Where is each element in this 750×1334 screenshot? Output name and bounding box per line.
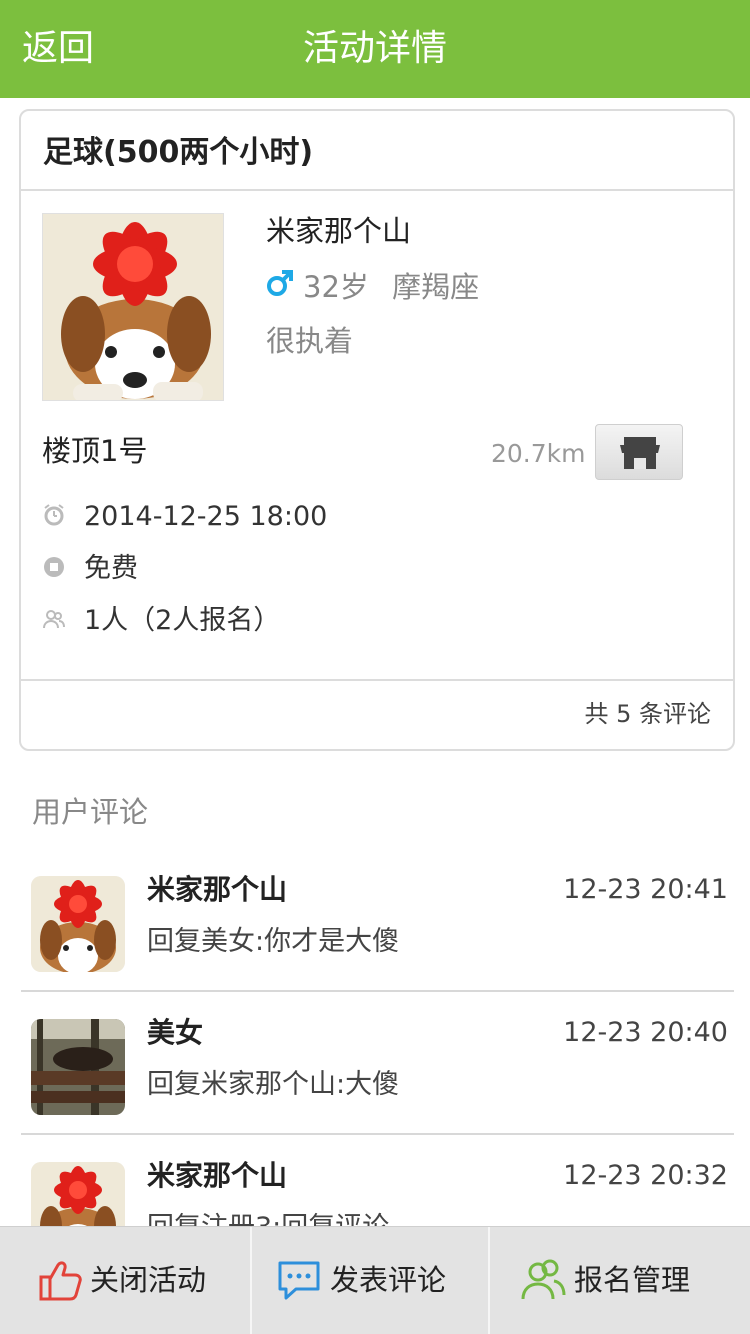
comment-author: 美女 — [147, 1016, 204, 1049]
people-icon — [43, 610, 65, 629]
activity-fee: 免费 — [84, 553, 138, 584]
store-icon — [620, 437, 660, 469]
bottom-action-bar: 关闭活动 发表评论 报名管理 — [0, 1226, 750, 1334]
comment-item[interactable]: 米家那个山 12-23 20:41 回复美女:你才是大傻 — [21, 850, 734, 992]
close-activity-button[interactable]: 关闭活动 — [0, 1227, 250, 1334]
host-meta: 32岁 摩羯座 — [303, 267, 493, 307]
alarm-clock-icon — [44, 504, 64, 526]
host-name: 米家那个山 — [266, 214, 412, 248]
comment-time: 12-23 20:40 — [563, 1017, 728, 1048]
divider — [21, 189, 733, 191]
host-age: 32岁 — [303, 270, 369, 304]
place-name: 楼顶1号 — [42, 434, 148, 468]
activity-card: 足球(500两个小时) 米家那个山 32岁 摩羯座 很执着 楼顶1号 20.7k… — [19, 109, 735, 751]
coin-icon — [44, 557, 64, 577]
users-icon — [521, 1259, 566, 1300]
comments-section-title: 用户评论 — [32, 795, 149, 829]
host-signature: 很执着 — [266, 324, 354, 358]
comment-count[interactable]: 共 5 条评论 — [584, 697, 711, 731]
male-icon — [265, 268, 295, 298]
activity-time: 2014-12-25 18:00 — [84, 501, 328, 532]
comment-author: 米家那个山 — [147, 873, 288, 906]
divider — [21, 1133, 734, 1135]
activity-people: 1人（2人报名） — [84, 605, 281, 636]
comment-author: 米家那个山 — [147, 1159, 288, 1192]
post-comment-label: 发表评论 — [330, 1263, 447, 1297]
comment-time: 12-23 20:41 — [563, 874, 728, 905]
signup-management-label: 报名管理 — [574, 1263, 691, 1297]
divider — [21, 990, 734, 992]
top-bar: 返回 活动详情 — [0, 0, 750, 98]
photo-avatar[interactable] — [31, 1019, 125, 1115]
close-activity-label: 关闭活动 — [90, 1263, 207, 1297]
chat-bubble-icon — [278, 1261, 320, 1300]
post-comment-button[interactable]: 发表评论 — [252, 1227, 488, 1334]
comment-time: 12-23 20:32 — [563, 1160, 728, 1191]
thumbs-up-icon — [39, 1261, 82, 1301]
host-avatar[interactable] — [42, 213, 224, 401]
page-title: 活动详情 — [302, 28, 447, 69]
signup-management-button[interactable]: 报名管理 — [490, 1227, 750, 1334]
comment-item[interactable]: 美女 12-23 20:40 回复米家那个山:大傻 — [21, 993, 734, 1135]
divider — [21, 679, 733, 681]
comment-text: 回复米家那个山:大傻 — [147, 1069, 400, 1100]
activity-title: 足球(500两个小时) — [43, 135, 314, 170]
puppy-avatar[interactable] — [31, 876, 125, 972]
distance: 20.7km — [491, 439, 586, 468]
host-zodiac: 摩羯座 — [392, 270, 480, 304]
store-button[interactable] — [595, 424, 683, 480]
comment-text: 回复美女:你才是大傻 — [147, 926, 400, 957]
